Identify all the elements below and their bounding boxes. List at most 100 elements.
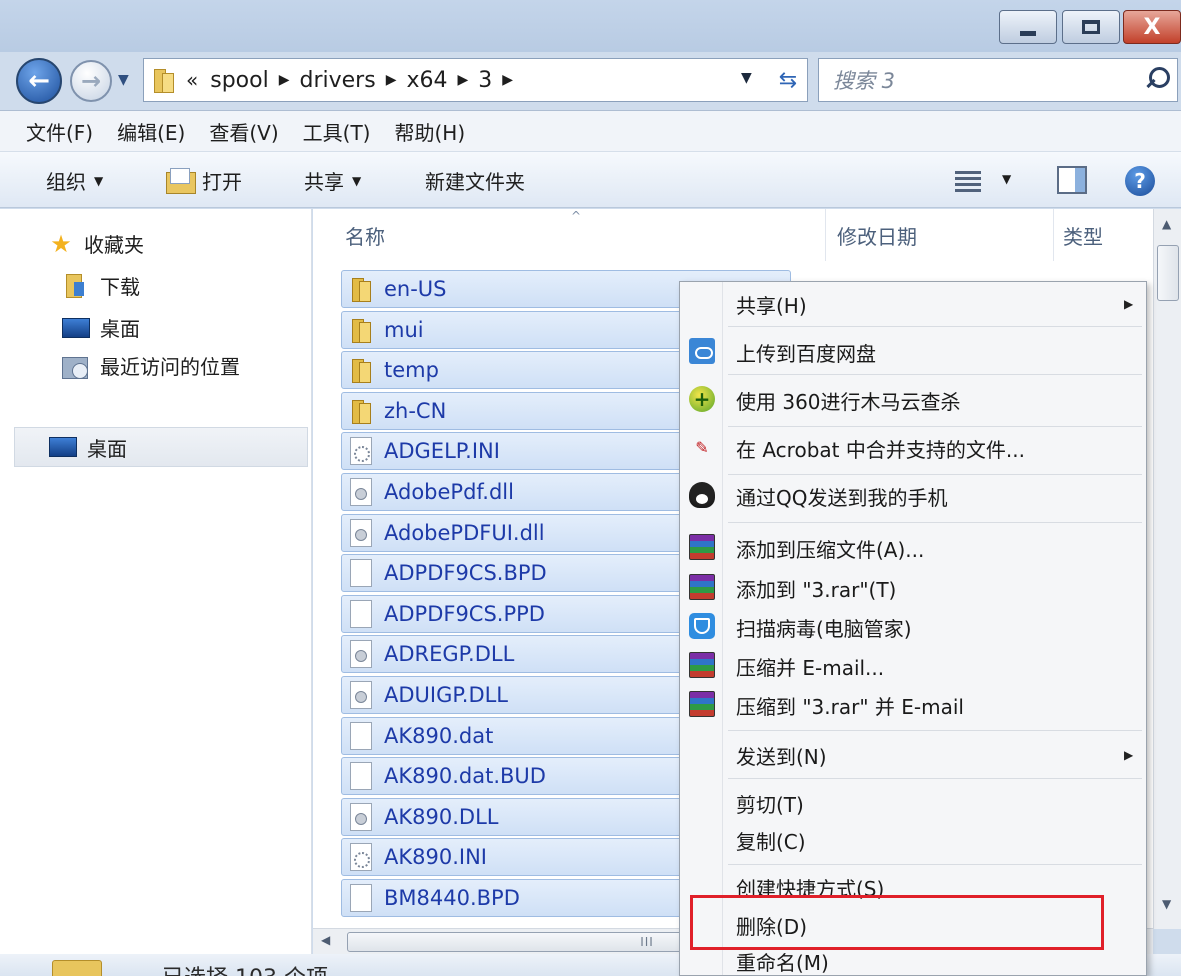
breadcrumb-separator[interactable]: ▶ xyxy=(279,72,290,88)
close-icon: X xyxy=(1143,14,1161,40)
file-name: AK890.dat xyxy=(384,723,494,748)
view-options-icon[interactable] xyxy=(955,168,981,192)
menu-item-acrobat-merge[interactable]: ✎ 在 Acrobat 中合并支持的文件... xyxy=(680,430,1146,466)
menu-label: 重命名(M) xyxy=(736,950,829,975)
back-arrow-icon: ← xyxy=(28,66,50,96)
blank-file-icon xyxy=(350,762,372,791)
menu-item-cut[interactable]: 剪切(T) xyxy=(680,785,1146,821)
forward-arrow-icon: → xyxy=(80,67,102,95)
breadcrumb-separator[interactable]: ▶ xyxy=(502,72,513,88)
column-header-name[interactable]: 名称 xyxy=(345,221,385,250)
organize-label: 组织 xyxy=(46,170,86,194)
open-button[interactable]: 打开 xyxy=(166,166,242,195)
command-bar: 组织 ▼ 打开 共享 ▼ 新建文件夹 ▼ ? xyxy=(0,152,1181,208)
menu-label: 扫描病毒(电脑管家) xyxy=(736,616,912,641)
dll-file-icon xyxy=(350,802,372,831)
nav-recent-places[interactable]: 最近访问的位置 xyxy=(62,351,240,380)
context-menu: 共享(H) ▶ 上传到百度网盘 + 使用 360进行木马云查杀 ✎ 在 Acro… xyxy=(679,281,1147,976)
scroll-thumb[interactable] xyxy=(1157,245,1179,301)
scroll-left-icon[interactable]: ◀ xyxy=(321,933,330,947)
menu-edit[interactable]: 编辑(E) xyxy=(117,117,185,146)
nav-desktop-root-label: 桌面 xyxy=(87,436,127,461)
config-file-icon xyxy=(350,437,372,466)
minimize-button[interactable] xyxy=(999,10,1057,44)
breadcrumb-separator[interactable]: ▶ xyxy=(457,72,468,88)
config-file-icon xyxy=(350,843,372,872)
nav-favorites[interactable]: ★ 收藏夹 xyxy=(48,229,144,258)
organize-button[interactable]: 组织 ▼ xyxy=(46,166,103,195)
column-divider[interactable] xyxy=(825,209,826,261)
title-bar: X xyxy=(0,0,1181,52)
help-icon[interactable]: ? xyxy=(1125,166,1155,196)
menu-label: 添加到 "3.rar"(T) xyxy=(736,577,897,602)
menu-label: 发送到(N) xyxy=(736,744,827,769)
file-name: zh-CN xyxy=(384,398,447,423)
delete-highlight-box xyxy=(690,895,1104,950)
search-icon[interactable] xyxy=(1143,66,1170,92)
search-box[interactable]: 搜索 3 xyxy=(818,58,1178,102)
menu-item-share[interactable]: 共享(H) ▶ xyxy=(680,286,1146,322)
blank-file-icon xyxy=(350,721,372,750)
column-header-type[interactable]: 类型 xyxy=(1063,221,1103,250)
360-security-icon: + xyxy=(689,386,715,412)
nav-favorites-label: 收藏夹 xyxy=(84,233,144,257)
menu-item-compress-rar-email[interactable]: 压缩到 "3.rar" 并 E-mail xyxy=(680,687,1146,723)
address-bar[interactable]: « spool ▶ drivers ▶ x64 ▶ 3 ▶ xyxy=(143,58,808,102)
menu-item-add-rar[interactable]: 添加到 "3.rar"(T) xyxy=(680,570,1146,606)
file-name: en-US xyxy=(384,277,447,301)
breadcrumb-drivers[interactable]: drivers xyxy=(300,68,376,93)
open-label: 打开 xyxy=(202,170,242,194)
winrar-icon xyxy=(689,691,715,717)
nav-desktop[interactable]: 桌面 xyxy=(62,313,140,342)
menu-item-baidu-upload[interactable]: 上传到百度网盘 xyxy=(680,334,1146,370)
back-button[interactable]: ← xyxy=(16,58,62,104)
search-input[interactable]: 搜索 3 xyxy=(833,65,895,95)
menu-tools[interactable]: 工具(T) xyxy=(303,117,371,146)
preview-pane-icon[interactable] xyxy=(1057,166,1087,194)
refresh-button[interactable]: ⇆ xyxy=(768,60,808,100)
share-button[interactable]: 共享 ▼ xyxy=(304,166,361,195)
acrobat-icon: ✎ xyxy=(695,437,709,457)
menu-label: 压缩到 "3.rar" 并 E-mail xyxy=(736,694,964,719)
baidu-netdisk-icon xyxy=(689,338,715,364)
column-header-date-modified[interactable]: 修改日期 xyxy=(837,221,917,250)
nav-desktop-root[interactable]: 桌面 xyxy=(14,427,308,467)
recent-pages-dropdown-icon[interactable]: ▼ xyxy=(118,72,129,88)
menu-file[interactable]: 文件(F) xyxy=(26,117,93,146)
menu-help[interactable]: 帮助(H) xyxy=(394,117,465,146)
folder-icon xyxy=(350,317,372,343)
desktop-icon xyxy=(49,437,77,457)
column-divider[interactable] xyxy=(1053,209,1054,261)
recent-places-icon xyxy=(62,353,90,379)
menu-item-compress-email[interactable]: 压缩并 E-mail... xyxy=(680,648,1146,684)
breadcrumb-separator[interactable]: ▶ xyxy=(386,72,397,88)
scroll-down-icon[interactable]: ▼ xyxy=(1162,897,1171,911)
forward-button[interactable]: → xyxy=(70,60,112,102)
breadcrumb-3[interactable]: 3 xyxy=(478,68,492,93)
file-name: ADGELP.INI xyxy=(384,439,500,464)
breadcrumb-x64[interactable]: x64 xyxy=(406,68,447,93)
breadcrumb-overflow[interactable]: « xyxy=(186,68,198,92)
new-folder-button[interactable]: 新建文件夹 xyxy=(425,166,525,195)
menu-item-copy[interactable]: 复制(C) xyxy=(680,822,1146,858)
view-dropdown-icon[interactable]: ▼ xyxy=(1002,172,1011,186)
menu-item-scan-virus[interactable]: 扫描病毒(电脑管家) xyxy=(680,609,1146,645)
file-name: BM8440.BPD xyxy=(384,886,520,910)
menu-view[interactable]: 查看(V) xyxy=(209,117,278,146)
maximize-button[interactable] xyxy=(1062,10,1120,44)
close-button[interactable]: X xyxy=(1123,10,1181,44)
menu-item-add-archive[interactable]: 添加到压缩文件(A)... xyxy=(680,530,1146,566)
address-history-dropdown-icon[interactable]: ▼ xyxy=(741,70,752,86)
vertical-scrollbar[interactable]: ▲ ▼ xyxy=(1153,209,1181,929)
menu-item-qq-send[interactable]: 通过QQ发送到我的手机 xyxy=(680,478,1146,514)
file-name: AdobePdf.dll xyxy=(384,480,514,504)
menu-bar: 文件(F) 编辑(E) 查看(V) 工具(T) 帮助(H) xyxy=(0,110,1181,152)
menu-separator xyxy=(728,778,1142,779)
menu-item-send-to[interactable]: 发送到(N) ▶ xyxy=(680,737,1146,773)
desktop-icon xyxy=(62,317,90,338)
breadcrumb-spool[interactable]: spool xyxy=(210,68,268,93)
menu-item-360-scan[interactable]: + 使用 360进行木马云查杀 xyxy=(680,382,1146,418)
nav-downloads[interactable]: 下载 xyxy=(64,271,140,300)
scroll-up-icon[interactable]: ▲ xyxy=(1162,217,1171,231)
menu-separator xyxy=(728,864,1142,865)
